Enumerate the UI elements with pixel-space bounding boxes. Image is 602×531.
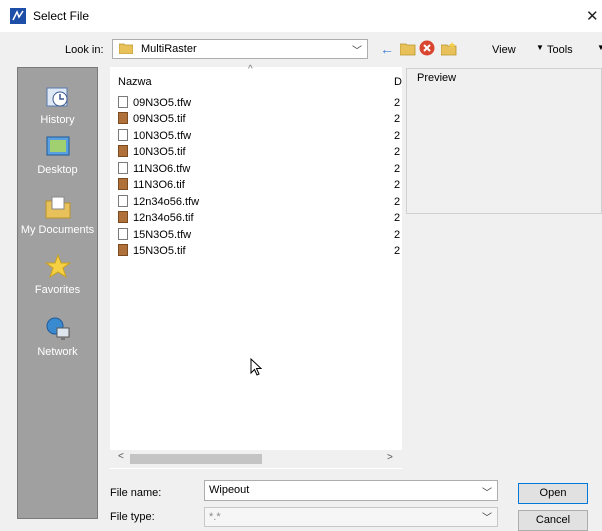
delete-icon[interactable] [419,40,435,56]
file-type-label: File type: [110,511,155,523]
preview-pane [406,68,602,214]
toolbar-overflow-icon[interactable]: ▼ [597,43,602,52]
file-date: 2 [394,212,401,224]
tif-file-icon [118,211,128,223]
view-menu[interactable]: View [492,44,516,56]
scroll-right-icon[interactable]: > [387,452,393,463]
file-name: 12n34o56.tfw [133,196,200,208]
list-item[interactable]: 11N3O6.tif [118,177,185,193]
scroll-left-icon[interactable]: < [118,451,124,462]
favorites-icon [44,254,71,279]
file-name: 15N3O5.tfw [133,229,192,241]
file-name: 10N3O5.tif [133,146,186,158]
place-my-documents[interactable]: My Documents [18,194,97,236]
file-date: 2 [394,229,401,241]
file-name: 09N3O5.tif [133,113,186,125]
folder-icon [119,43,133,54]
file-type-value: *.* [209,511,221,523]
list-item[interactable]: 10N3O5.tif [118,144,186,160]
mouse-cursor-icon [250,358,262,376]
app-icon [10,8,26,24]
window-title: Select File [33,9,90,23]
list-item[interactable]: 09N3O5.tfw [118,95,191,111]
file-date: 2 [394,113,401,125]
tif-file-icon [118,112,128,124]
scrollbar-thumb[interactable] [130,454,262,464]
tfw-file-icon [118,96,128,108]
list-item[interactable]: 15N3O5.tif [118,243,186,259]
file-name: 10N3O5.tfw [133,130,192,142]
file-list[interactable]: Nazwa ^ D 09N3O5.tfw 2 09N3O5.tif 2 10N3… [110,64,402,469]
my-documents-icon [45,196,70,219]
tfw-file-icon [118,162,128,174]
file-type-select[interactable]: *.* ﹀ [204,507,498,527]
new-folder-icon[interactable] [441,42,457,56]
network-icon [46,317,69,340]
file-name: 09N3O5.tfw [133,97,192,109]
cancel-button[interactable]: Cancel [518,510,588,531]
file-name: 11N3O6.tfw [133,163,191,175]
desktop-icon [46,136,69,156]
tif-file-icon [118,145,128,157]
tfw-file-icon [118,129,128,141]
chevron-down-icon[interactable]: ﹀ [482,484,492,503]
place-desktop[interactable]: Desktop [18,134,97,176]
file-date: 2 [394,163,401,175]
place-label: Favorites [34,284,81,296]
file-date: 2 [394,245,401,257]
history-icon [46,87,67,107]
horizontal-scrollbar[interactable]: < > [110,450,402,468]
file-name-value: Wipeout [209,484,250,496]
lookin-value: MultiRaster [141,43,197,55]
place-label: Desktop [37,164,78,176]
list-item[interactable]: 09N3O5.tif [118,111,186,127]
place-network[interactable]: Network [18,316,97,358]
tif-file-icon [118,244,128,256]
list-item[interactable]: 10N3O5.tfw [118,128,191,144]
sort-ascending-icon: ^ [248,64,253,75]
close-icon[interactable]: ✕ [586,7,599,25]
file-name-input[interactable]: Wipeout ﹀ [204,480,498,501]
chevron-down-icon[interactable]: ﹀ [352,42,362,57]
lookin-label: Look in: [65,44,104,56]
list-item[interactable]: 12n34o56.tfw [118,194,199,210]
column-header-name[interactable]: Nazwa [118,76,152,88]
preview-label: Preview [417,72,457,84]
file-name: 11N3O6.tif [133,179,185,191]
file-date: 2 [394,196,401,208]
tfw-file-icon [118,195,128,207]
place-favorites[interactable]: Favorites [18,254,97,296]
back-arrow-icon[interactable]: ← [380,41,394,57]
file-name: 12n34o56.tif [133,212,194,224]
open-button[interactable]: Open [518,483,588,504]
list-item[interactable]: 11N3O6.tfw [118,161,190,177]
lookin-combo[interactable]: MultiRaster ﹀ [112,39,368,59]
file-date: 2 [394,130,401,142]
tif-file-icon [118,178,128,190]
chevron-down-icon[interactable]: ﹀ [482,510,492,528]
tools-menu[interactable]: Tools [547,44,573,56]
column-header-date[interactable]: D [394,76,402,88]
tools-dropdown-icon[interactable]: ▼ [536,43,544,52]
up-folder-icon[interactable] [400,42,416,56]
file-name: 15N3O5.tif [133,245,186,257]
file-name-label: File name: [110,487,162,499]
place-label: History [40,114,75,126]
file-date: 2 [394,146,401,158]
place-history[interactable]: History [18,84,97,126]
file-date: 2 [394,97,401,109]
place-label: Network [37,346,78,358]
list-item[interactable]: 12n34o56.tif [118,210,194,226]
file-date: 2 [394,179,401,191]
places-bar: History Desktop My Documents Favorites N… [17,67,98,519]
list-item[interactable]: 15N3O5.tfw [118,227,191,243]
place-label: My Documents [20,224,95,236]
title-bar: Select File ✕ [0,0,602,32]
tfw-file-icon [118,228,128,240]
